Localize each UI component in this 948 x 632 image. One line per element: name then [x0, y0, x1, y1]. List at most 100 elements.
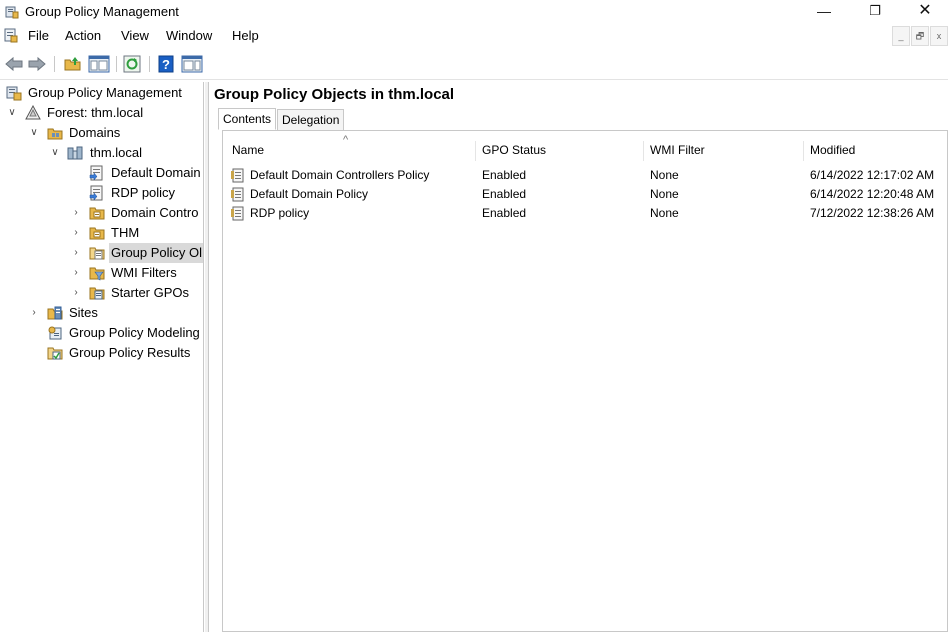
column-header-name[interactable]: Name [232, 143, 264, 157]
tree-item-label: Group Policy Ol [109, 243, 203, 263]
tree-item-label: thm.local [90, 145, 143, 160]
title-bar: Group Policy Management — ❐ ✕ [0, 0, 948, 24]
ou-folder-icon [89, 207, 105, 220]
tree-item-thm-ou[interactable]: › THM [0, 223, 203, 243]
domain-icon [67, 146, 83, 160]
close-button[interactable]: ✕ [902, 0, 948, 24]
cell-wmi-filter: None [650, 206, 679, 220]
cell-name: Default Domain Controllers Policy [250, 168, 430, 182]
tree-item-group-policy-objects[interactable]: › Group Policy Ol [0, 243, 203, 263]
tree-item-label: THM [111, 225, 140, 240]
pane-splitter[interactable] [205, 82, 209, 632]
table-row[interactable]: Default Domain Policy Enabled None 6/14/… [223, 185, 948, 204]
tree-item-domains[interactable]: ∨ Domains [0, 123, 203, 143]
minimize-button[interactable]: — [801, 0, 847, 24]
console-tree[interactable]: Group Policy Management ∨ Forest: thm.lo… [0, 82, 204, 632]
tree-item-group-policy-results[interactable]: Group Policy Results [0, 343, 203, 363]
table-row[interactable]: Default Domain Controllers Policy Enable… [223, 166, 948, 185]
details-pane: Group Policy Objects in thm.local Conten… [210, 82, 948, 632]
expand-chevron-icon[interactable]: ∨ [49, 143, 61, 163]
toolbar-separator [116, 56, 117, 72]
expand-chevron-icon[interactable]: › [70, 283, 82, 303]
tree-item-sites[interactable]: › Sites [0, 303, 203, 323]
gpo-icon [231, 206, 244, 221]
tree-item-label: RDP policy [111, 185, 176, 200]
tree-item-label: Starter GPOs [111, 285, 190, 300]
tree-item-domain-controllers[interactable]: › Domain Contro [0, 203, 203, 223]
tree-item-label: Group Policy Modeling [69, 325, 200, 340]
pane-title: Group Policy Objects in thm.local [214, 86, 455, 103]
gpm-console-icon [6, 86, 22, 101]
sort-indicator-icon: ^ [343, 134, 349, 146]
gpo-container-icon [89, 247, 105, 260]
expand-chevron-icon[interactable]: › [70, 203, 82, 223]
sites-icon [47, 306, 63, 320]
gpo-list[interactable]: ^ Name GPO Status WMI Filter Modified De… [222, 130, 948, 632]
tree-item-group-policy-modeling[interactable]: Group Policy Modeling [0, 323, 203, 343]
gpo-icon [231, 168, 244, 183]
column-divider[interactable] [803, 141, 804, 161]
tree-item-forest[interactable]: ∨ Forest: thm.local [0, 103, 203, 123]
cell-gpo-status: Enabled [482, 206, 527, 220]
ou-folder-icon [89, 227, 105, 240]
show-hide-tree-icon[interactable] [88, 55, 110, 73]
mdi-close-button[interactable]: x [930, 26, 948, 46]
gpm-app-icon [5, 6, 19, 19]
forward-icon[interactable] [27, 55, 47, 73]
tree-item-group-policy-management[interactable]: Group Policy Management [0, 83, 203, 103]
column-header-modified[interactable]: Modified [810, 143, 855, 157]
tree-item-default-domain-policy-link[interactable]: Default Domain [0, 163, 203, 183]
table-row[interactable]: RDP policy Enabled None 7/12/2022 12:38:… [223, 204, 948, 223]
menu-file[interactable]: File [28, 28, 49, 43]
menu-action[interactable]: Action [65, 28, 101, 43]
toolbar-separator [54, 56, 55, 72]
tree-item-label: Domains [69, 125, 121, 140]
column-divider[interactable] [643, 141, 644, 161]
expand-chevron-icon[interactable]: › [70, 263, 82, 283]
cell-wmi-filter: None [650, 168, 679, 182]
action-pane-icon[interactable] [181, 55, 203, 73]
tree-item-label: Domain Contro [111, 205, 199, 220]
menu-bar: File Action View Window Help [0, 24, 948, 48]
expand-chevron-icon[interactable]: ∨ [28, 123, 40, 143]
tree-item-label: WMI Filters [111, 265, 177, 280]
menu-view[interactable]: View [121, 28, 149, 43]
menu-help[interactable]: Help [232, 28, 259, 43]
expand-chevron-icon[interactable]: › [70, 243, 82, 263]
cell-modified: 6/14/2022 12:20:48 AM [810, 187, 935, 201]
document-system-menu-icon[interactable] [4, 28, 18, 43]
mdi-minimize-button[interactable]: _ [892, 26, 910, 46]
up-folder-icon[interactable] [63, 55, 83, 73]
list-header: ^ Name GPO Status WMI Filter Modified [223, 134, 948, 161]
cell-modified: 6/14/2022 12:17:02 AM [810, 168, 935, 182]
expand-chevron-icon[interactable]: › [28, 303, 40, 323]
refresh-icon[interactable] [123, 55, 141, 73]
forest-icon [25, 105, 41, 120]
tree-item-label: Group Policy Results [69, 345, 191, 360]
tree-item-wmi-filters[interactable]: › WMI Filters [0, 263, 203, 283]
menu-window[interactable]: Window [166, 28, 212, 43]
wmi-filter-icon [89, 267, 105, 281]
gpo-link-icon [89, 185, 103, 201]
tree-item-label: Default Domain [111, 165, 201, 180]
tab-contents[interactable]: Contents [218, 108, 277, 130]
tree-item-rdp-policy-link[interactable]: RDP policy [0, 183, 203, 203]
help-icon[interactable]: ? [158, 55, 174, 73]
expand-chevron-icon[interactable]: ∨ [6, 103, 18, 123]
tree-item-thm-local[interactable]: ∨ thm.local [0, 143, 203, 163]
tree-item-label: Sites [69, 305, 98, 320]
mdi-restore-button[interactable]: 🗗 [911, 26, 929, 46]
back-icon[interactable] [4, 55, 24, 73]
column-divider[interactable] [475, 141, 476, 161]
column-header-gpo-status[interactable]: GPO Status [482, 143, 546, 157]
cell-name: Default Domain Policy [250, 187, 369, 201]
expand-chevron-icon[interactable]: › [70, 223, 82, 243]
column-header-wmi-filter[interactable]: WMI Filter [650, 143, 705, 157]
window-title: Group Policy Management [25, 4, 179, 19]
cell-modified: 7/12/2022 12:38:26 AM [810, 206, 935, 220]
starter-gpo-icon [89, 287, 105, 300]
tree-item-starter-gpos[interactable]: › Starter GPOs [0, 283, 203, 303]
domains-icon [47, 128, 63, 140]
maximize-button[interactable]: ❐ [852, 0, 898, 24]
tab-delegation[interactable]: Delegation [277, 109, 345, 131]
